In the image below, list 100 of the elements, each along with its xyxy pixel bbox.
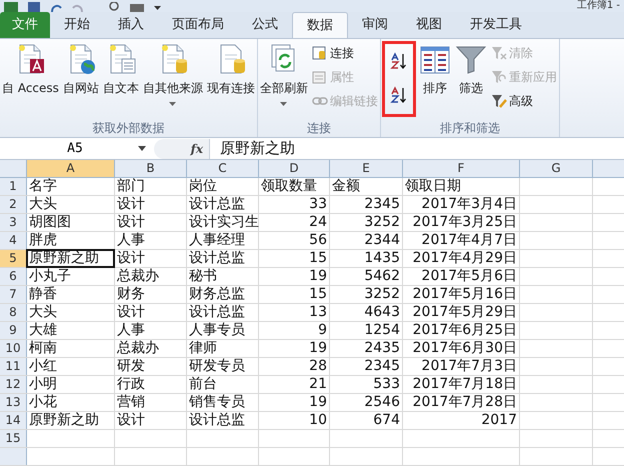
row-header[interactable]: 3	[0, 214, 27, 231]
table-cell-text: 岗位	[188, 178, 218, 195]
table-cell-text: 大头	[28, 196, 58, 213]
column-header[interactable]: B	[115, 160, 187, 177]
table-cell-text: 28	[308, 358, 328, 375]
table-cell-text: 2344	[363, 232, 401, 249]
table-cell-text: 19	[308, 394, 328, 411]
table-cell-text: 总裁办	[116, 268, 160, 285]
table-cell-text: 4643	[363, 304, 401, 321]
ribbon-button[interactable]: 自网站	[62, 39, 100, 117]
caret-icon[interactable]	[138, 146, 146, 151]
row-header[interactable]: 14	[0, 412, 27, 429]
table-cell-text: 9	[317, 322, 328, 339]
ribbon-tab[interactable]: 数据	[292, 12, 348, 38]
undo-icon[interactable]	[50, 2, 62, 12]
table-cell-text: 19	[308, 268, 328, 285]
row-header[interactable]: 8	[0, 304, 27, 321]
table-cell-text: 2017年4月29日	[412, 250, 518, 267]
ribbon-tab[interactable]: 审阅	[348, 12, 402, 38]
sort-descending-icon[interactable]	[390, 86, 408, 104]
table-cell-text: 设计总监	[188, 196, 246, 213]
sort-ascending-icon[interactable]	[390, 52, 408, 70]
column-header[interactable]: D	[259, 160, 330, 177]
ribbon-tab[interactable]: 页面布局	[158, 12, 238, 38]
ribbon-tab[interactable]: 插入	[104, 12, 158, 38]
caret-icon	[280, 102, 288, 106]
table-cell-text: 1435	[363, 250, 401, 267]
ribbon-button[interactable]: 现有连接	[206, 39, 256, 117]
table-cell-text: 2017年5月29日	[412, 304, 518, 321]
table-cell-text: 3252	[363, 214, 401, 231]
table-cell-text: 前台	[188, 376, 218, 393]
table-cell-text: 2017年3月25日	[412, 214, 518, 231]
ribbon-button[interactable]: 高级	[490, 89, 558, 113]
ribbon-button[interactable]: 筛选	[454, 39, 488, 117]
table-cell-text: 13	[308, 304, 328, 321]
row-header[interactable]: 6	[0, 268, 27, 285]
table-cell-text: 10	[308, 412, 328, 429]
table-cell-text: 15	[308, 286, 328, 303]
table-cell-text: 2345	[363, 196, 401, 213]
table-cell-text: 小明	[28, 376, 58, 393]
ribbon-tab[interactable]: 公式	[238, 12, 292, 38]
column-header[interactable]: G	[520, 160, 593, 177]
table-cell-text: 19	[308, 340, 328, 357]
row-header[interactable]: 15	[0, 430, 27, 447]
ribbon-button[interactable]: 连接	[310, 41, 379, 65]
table-cell-text: 名字	[28, 178, 58, 195]
table-cell-text: 设计	[116, 304, 146, 321]
table-cell-text: 财务	[116, 286, 146, 303]
column-header[interactable]: F	[403, 160, 520, 177]
magnifier-icon[interactable]	[108, 2, 120, 12]
ribbon-tab[interactable]: 视图	[402, 12, 456, 38]
row-header[interactable]: 2	[0, 196, 27, 213]
group-label: 获取外部数据	[91, 120, 166, 137]
table-cell-text: 674	[372, 412, 401, 429]
window-title: 工作簿1 -	[576, 0, 621, 12]
table-cell-text: 人事专员	[188, 322, 246, 339]
row-header[interactable]: 11	[0, 358, 27, 375]
row-header[interactable]: 12	[0, 376, 27, 393]
ribbon-button[interactable]: 自其他来源	[142, 39, 204, 117]
column-header[interactable]: A	[27, 160, 115, 177]
table-cell-text: 设计	[116, 214, 146, 231]
table-cell-text: 24	[308, 214, 328, 231]
table-cell-text: 静香	[28, 286, 58, 303]
file-tab[interactable]: 文件	[0, 12, 50, 38]
row-header[interactable]: 1	[0, 178, 27, 195]
ribbon-button[interactable]: 全部刷新	[258, 39, 309, 117]
caret-icon[interactable]	[154, 6, 161, 10]
row-header[interactable]: 5	[0, 250, 27, 267]
table-cell-text: 2345	[363, 358, 401, 375]
row-header[interactable]: 10	[0, 340, 27, 357]
table-cell-text: 柯南	[28, 340, 58, 357]
active-cell: 原野新之助	[27, 250, 114, 267]
name-box[interactable]: A5	[0, 138, 150, 158]
table-cell-text: 大头	[28, 304, 58, 321]
table-cell-text: 小红	[28, 358, 58, 375]
filter-pencil-icon	[490, 93, 507, 109]
properties-icon	[312, 69, 328, 85]
table-cell-text: 领取数量	[260, 178, 318, 195]
table-cell-text: 2017年5月16日	[412, 286, 518, 303]
camera-icon[interactable]	[130, 2, 144, 12]
table-cell-text: 设计	[116, 412, 146, 429]
row-header[interactable]: 9	[0, 322, 27, 339]
table-cell-text: 销售专员	[188, 394, 246, 411]
ribbon-button[interactable]: 自文本	[102, 39, 140, 117]
table-cell-text: 胡图图	[28, 214, 72, 231]
column-header[interactable]: C	[187, 160, 259, 177]
table-cell-text: 律师	[188, 340, 218, 357]
ribbon-tab[interactable]: 开始	[50, 12, 104, 38]
column-header[interactable]: E	[330, 160, 403, 177]
formula-field[interactable]: 原野新之助	[210, 137, 295, 160]
table-cell-text: 533	[372, 376, 401, 393]
ribbon-tab[interactable]: 开发工具	[456, 12, 536, 38]
row-header[interactable]: 7	[0, 286, 27, 303]
row-header[interactable]: 13	[0, 394, 27, 411]
table-cell-text: 2017年7月28日	[412, 394, 518, 411]
table-cell-text: 设计	[116, 250, 146, 267]
ribbon-button[interactable]: 排序	[418, 39, 452, 117]
table-cell-text: 56	[308, 232, 328, 249]
row-header[interactable]: 4	[0, 232, 27, 249]
ribbon-button[interactable]: 自 Access	[1, 39, 60, 117]
